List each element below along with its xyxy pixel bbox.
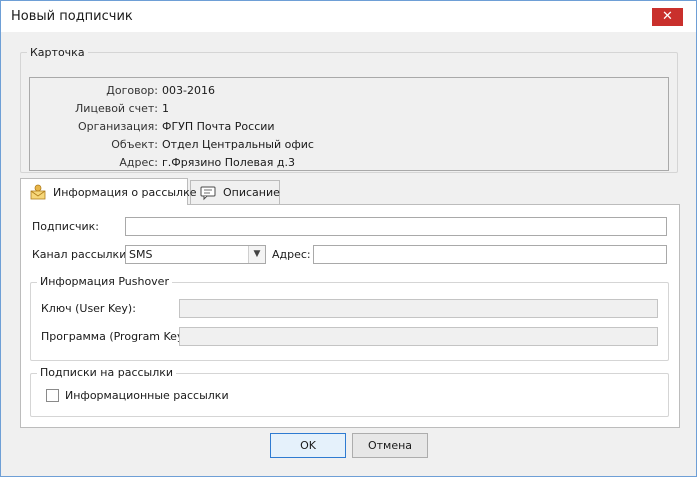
newsletters-checkbox[interactable] bbox=[46, 389, 59, 402]
chevron-down-icon[interactable]: ▼ bbox=[248, 246, 265, 263]
organization-value: ФГУП Почта России bbox=[162, 120, 275, 133]
card-row: Объект: Отдел Центральный офис bbox=[30, 138, 668, 154]
address-input[interactable] bbox=[313, 245, 667, 264]
newsletters-label[interactable]: Информационные рассылки bbox=[65, 389, 229, 402]
pushover-legend: Информация Pushover bbox=[37, 275, 172, 288]
card-row: Лицевой счет: 1 bbox=[30, 102, 668, 118]
window-title: Новый подписчик bbox=[11, 9, 133, 24]
comment-icon bbox=[199, 185, 217, 201]
dialog-window: Новый подписчик ✕ Карточка Договор: 003-… bbox=[0, 0, 697, 477]
tab-mailing-info[interactable]: Информация о рассылке bbox=[20, 178, 197, 205]
subscriber-input[interactable] bbox=[125, 217, 667, 236]
program-key-input bbox=[179, 327, 658, 346]
user-key-input bbox=[179, 299, 658, 318]
account-value: 1 bbox=[162, 102, 169, 115]
channel-label: Канал рассылки: bbox=[32, 248, 131, 261]
channel-select-value: SMS bbox=[129, 248, 153, 261]
organization-label: Организация: bbox=[77, 120, 158, 133]
card-info-box: Договор: 003-2016 Лицевой счет: 1 Органи… bbox=[29, 77, 669, 171]
card-group: Карточка Договор: 003-2016 Лицевой счет:… bbox=[20, 46, 678, 173]
address-value: г.Фрязино Полевая д.3 bbox=[162, 156, 295, 169]
contract-label: Договор: bbox=[106, 84, 158, 97]
subscriber-label: Подписчик: bbox=[32, 220, 99, 233]
card-row: Организация: ФГУП Почта России bbox=[30, 120, 668, 136]
title-bar: Новый подписчик ✕ bbox=[1, 1, 696, 32]
tab-description[interactable]: Описание bbox=[190, 180, 280, 204]
envelope-icon bbox=[29, 184, 47, 200]
account-label: Лицевой счет: bbox=[75, 102, 158, 115]
tab-panel-mailing-info: Подписчик: Канал рассылки: SMS ▼ Адрес: … bbox=[20, 204, 680, 428]
ok-button[interactable]: OK bbox=[270, 433, 346, 458]
tab-mailing-info-label: Информация о рассылке bbox=[53, 185, 197, 199]
card-row: Договор: 003-2016 bbox=[30, 84, 668, 100]
cancel-button[interactable]: Отмена bbox=[352, 433, 428, 458]
program-key-label: Программа (Program Key): bbox=[41, 330, 192, 343]
close-button[interactable]: ✕ bbox=[652, 8, 683, 26]
tab-strip: Информация о рассылке Описание bbox=[20, 178, 680, 205]
object-value: Отдел Центральный офис bbox=[162, 138, 314, 151]
card-row: Адрес: г.Фрязино Полевая д.3 bbox=[30, 156, 668, 172]
card-legend: Карточка bbox=[30, 46, 85, 59]
close-icon: ✕ bbox=[662, 9, 673, 24]
subscriptions-legend: Подписки на рассылки bbox=[37, 366, 177, 379]
pushover-group: Информация Pushover Ключ (User Key): Про… bbox=[30, 275, 669, 361]
user-key-label: Ключ (User Key): bbox=[41, 302, 136, 315]
channel-select[interactable]: SMS ▼ bbox=[125, 245, 266, 264]
contract-value: 003-2016 bbox=[162, 84, 215, 97]
subscriptions-group: Подписки на рассылки Информационные расс… bbox=[30, 366, 669, 417]
address-label: Адрес: bbox=[119, 156, 158, 169]
dialog-body: Карточка Договор: 003-2016 Лицевой счет:… bbox=[1, 32, 696, 476]
address-field-label: Адрес: bbox=[272, 248, 311, 261]
object-label: Объект: bbox=[111, 138, 158, 151]
tab-description-label: Описание bbox=[223, 186, 280, 199]
